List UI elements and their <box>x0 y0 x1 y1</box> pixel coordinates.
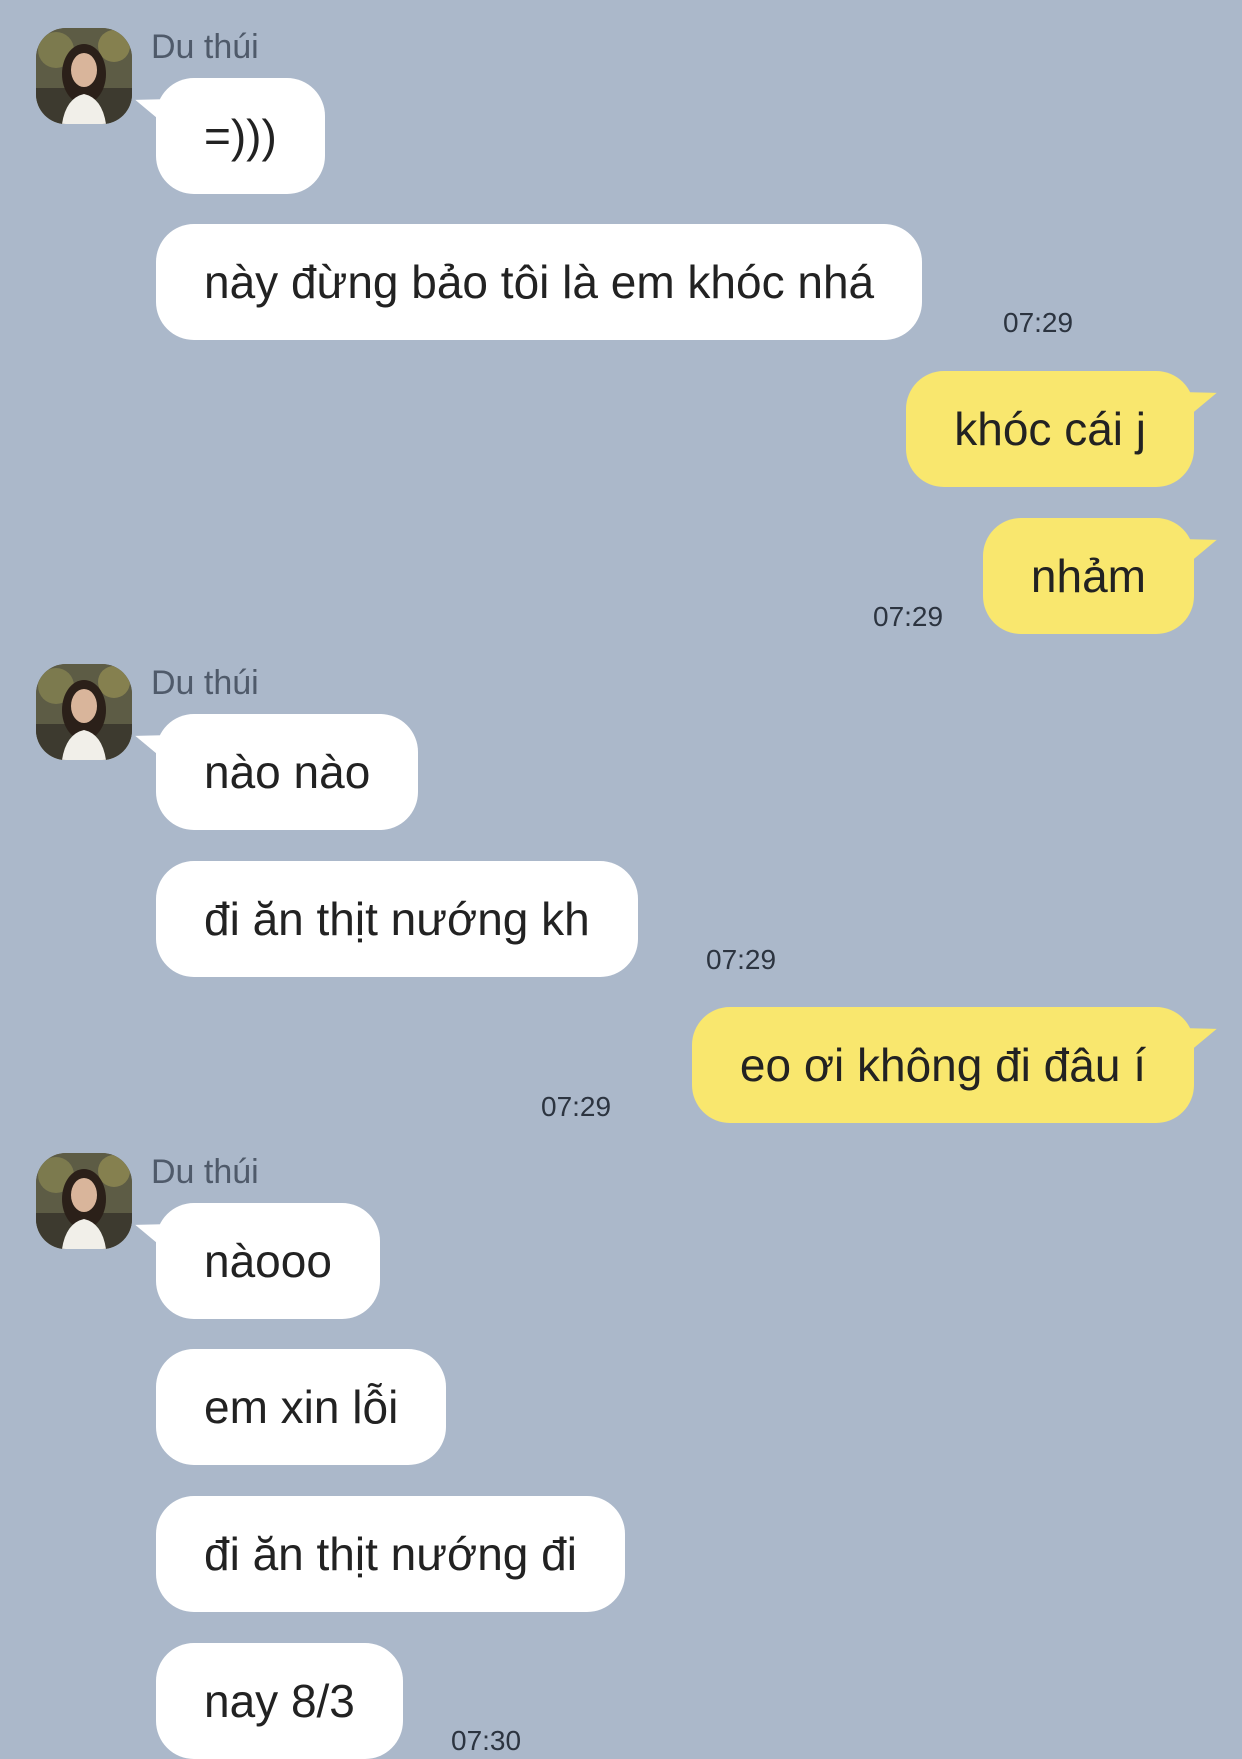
sender-name: Du thúi <box>151 664 259 702</box>
message-bubble-outgoing[interactable]: khóc cái j <box>906 371 1222 487</box>
message-bubble-outgoing[interactable]: eo ơi không đi đâu í <box>691 1007 1222 1123</box>
contact-avatar[interactable] <box>36 1153 132 1249</box>
message-text: đi ăn thịt nướng kh <box>204 893 590 945</box>
message-text: khóc cái j <box>954 403 1146 455</box>
message-time: 07:29 <box>873 601 944 632</box>
message-text: em xin lỗi <box>204 1381 399 1433</box>
message-bubble-incoming[interactable]: =))) <box>130 78 325 194</box>
message-text: nay 8/3 <box>204 1675 355 1727</box>
message-text: nhảm <box>1030 550 1146 602</box>
bubble-tail <box>130 86 178 128</box>
message-time: 07:29 <box>541 1091 612 1122</box>
message-bubble-incoming[interactable]: nay 8/3 <box>156 1643 403 1759</box>
message-bubble-incoming[interactable]: này đừng bảo tôi là em khóc nhá <box>156 224 923 340</box>
bubble-tail <box>1174 379 1222 421</box>
avatar-photo-icon <box>36 1153 132 1249</box>
message-text: đi ăn thịt nướng đi <box>204 1528 577 1580</box>
sender-name: Du thúi <box>151 1153 259 1191</box>
message-text: nàooo <box>204 1235 332 1287</box>
contact-avatar[interactable] <box>36 664 132 760</box>
bubble-tail <box>130 722 178 764</box>
sender-name: Du thúi <box>151 28 259 66</box>
message-bubble-incoming[interactable]: em xin lỗi <box>156 1349 447 1465</box>
bubble-tail <box>1174 526 1222 568</box>
avatar-photo-icon <box>36 664 132 760</box>
avatar-photo-icon <box>36 28 132 124</box>
contact-avatar[interactable] <box>36 28 132 124</box>
message-text: eo ơi không đi đâu í <box>739 1039 1146 1091</box>
message-bubble-incoming[interactable]: nàooo <box>130 1203 380 1319</box>
message-time: 07:29 <box>1003 307 1074 338</box>
message-bubble-incoming[interactable]: đi ăn thịt nướng đi <box>156 1496 625 1612</box>
message-text: =))) <box>204 110 277 162</box>
message-bubble-outgoing[interactable]: nhảm <box>982 518 1222 634</box>
message-bubble-incoming[interactable]: đi ăn thịt nướng kh <box>156 861 638 977</box>
message-bubble-incoming[interactable]: nào nào <box>130 714 419 830</box>
message-time: 07:30 <box>451 1725 522 1756</box>
message-text: nào nào <box>204 746 371 798</box>
message-text: này đừng bảo tôi là em khóc nhá <box>204 256 875 308</box>
bubble-tail <box>1174 1015 1222 1057</box>
message-time: 07:29 <box>706 944 777 975</box>
bubble-tail <box>130 1211 178 1253</box>
